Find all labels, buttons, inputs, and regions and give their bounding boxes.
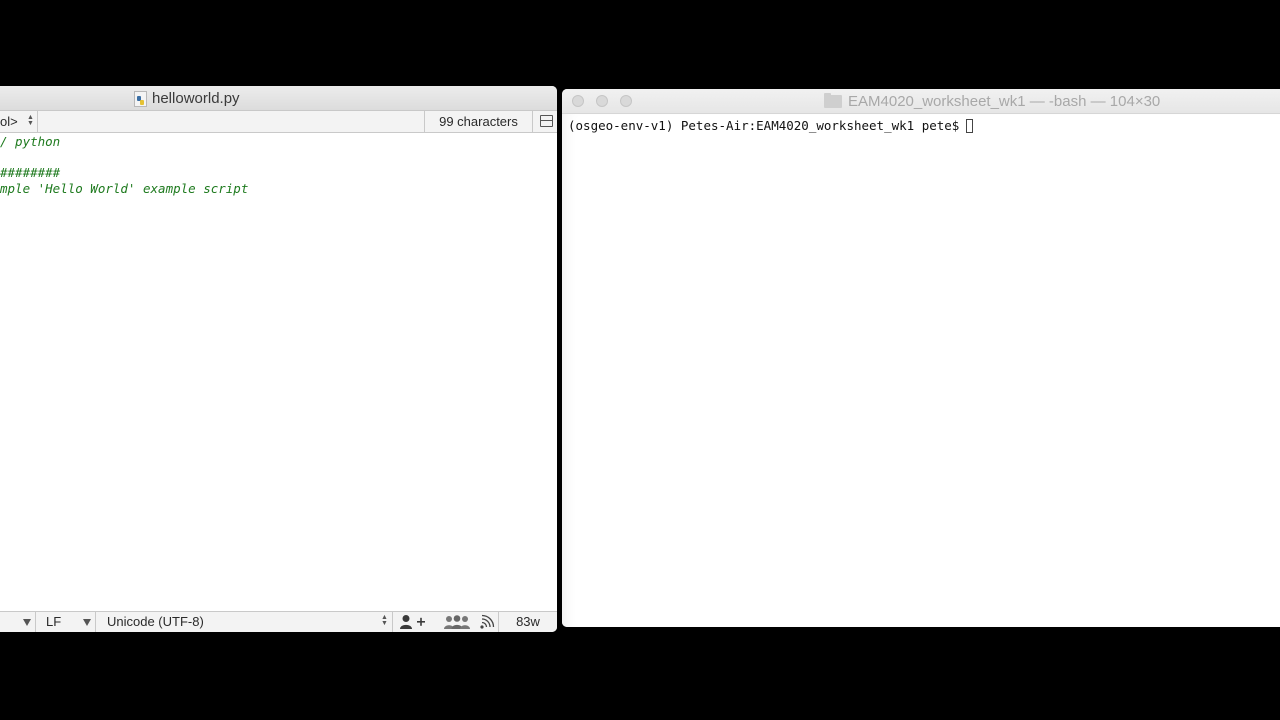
encoding-select[interactable]: Unicode (UTF-8) ▲ ▼ <box>96 612 393 632</box>
group-icon <box>444 615 470 629</box>
line-ending-select[interactable]: LF <box>36 612 96 632</box>
code-line: ######## <box>0 165 61 180</box>
share-button[interactable] <box>393 612 433 632</box>
terminal-titlebar[interactable]: EAM4020_worksheet_wk1 — -bash — 104×30 <box>562 89 1280 114</box>
dropdown-arrow-icon <box>83 619 91 626</box>
terminal-prompt: (osgeo-env-v1) Petes-Air:EAM4020_workshe… <box>568 118 960 133</box>
terminal-body[interactable]: (osgeo-env-v1) Petes-Air:EAM4020_workshe… <box>562 114 1280 627</box>
split-view-icon[interactable] <box>540 115 553 127</box>
code-editor[interactable]: / python ######## mple 'Hello World' exa… <box>0 133 557 611</box>
code-line: mple 'Hello World' example script <box>0 181 249 196</box>
statusbar-popup-left[interactable] <box>0 612 36 632</box>
character-count[interactable]: 99 characters <box>424 111 533 132</box>
code-line: / python <box>0 134 61 149</box>
updown-arrows-icon: ▲ ▼ <box>27 114 34 127</box>
editor-window: helloworld.py ol> ▲ ▼ 99 characters / pyt… <box>0 86 557 632</box>
editor-title-text: helloworld.py <box>152 90 240 107</box>
symbol-popup[interactable]: ol> ▲ ▼ <box>0 111 38 132</box>
encoding-label: Unicode (UTF-8) <box>107 614 204 629</box>
zoom-window-button[interactable] <box>620 95 632 107</box>
editor-titlebar[interactable]: helloworld.py <box>0 86 557 111</box>
person-add-icon <box>400 615 425 629</box>
terminal-prompt-line: (osgeo-env-v1) Petes-Air:EAM4020_workshe… <box>568 118 974 133</box>
editor-title: helloworld.py <box>134 89 240 108</box>
terminal-title: EAM4020_worksheet_wk1 — -bash — 104×30 <box>824 92 1160 111</box>
editor-navbar: ol> ▲ ▼ 99 characters <box>0 111 557 133</box>
dropdown-arrow-icon <box>23 619 31 626</box>
symbol-popup-label: ol> <box>0 114 18 129</box>
word-count: 83w <box>516 614 540 629</box>
python-file-icon <box>134 90 147 107</box>
terminal-window: EAM4020_worksheet_wk1 — -bash — 104×30 (… <box>562 89 1280 627</box>
editor-statusbar: LF Unicode (UTF-8) ▲ ▼ 83w <box>0 611 557 632</box>
folder-icon <box>824 93 842 108</box>
terminal-cursor <box>966 118 974 133</box>
broadcast-icon <box>480 614 495 629</box>
collaboration-button[interactable] <box>433 612 499 632</box>
close-window-button[interactable] <box>572 95 584 107</box>
updown-arrows-icon: ▲ ▼ <box>381 614 388 627</box>
minimize-window-button[interactable] <box>596 95 608 107</box>
terminal-title-text: EAM4020_worksheet_wk1 — -bash — 104×30 <box>848 93 1161 110</box>
line-ending-label: LF <box>46 614 62 629</box>
